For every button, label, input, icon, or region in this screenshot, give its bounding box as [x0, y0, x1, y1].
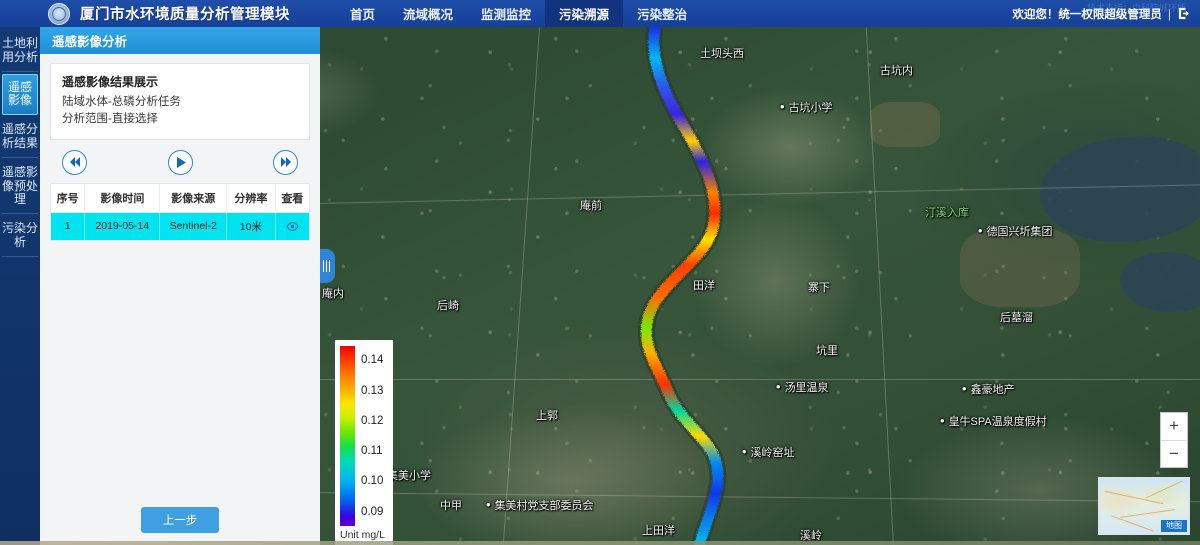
nav-item-3[interactable]: 污染溯源 [545, 0, 624, 27]
playback-controls [62, 149, 298, 175]
map-label-7: 田洋 [693, 280, 715, 292]
map-label-16: 溪岭窑址 [742, 444, 795, 460]
table-header-row: 序号 影像时间 影像来源 分辨率 查看 [51, 183, 309, 213]
result-info-card: 遥感影像结果展示 陆域水体-总磷分析任务 分析范围-直接选择 [50, 63, 310, 140]
map-label-10: 后崎 [437, 300, 459, 312]
table-column-header-2: 影像来源 [159, 183, 228, 213]
map-label-3: 古坑小学 [780, 99, 833, 115]
map-label-19: 集美村党支部委员会 [486, 497, 594, 513]
legend-tick-4: 0.10 [361, 475, 384, 488]
minimap-badge[interactable]: 地图 [1161, 520, 1187, 532]
map-label-20: 上田洋 [642, 525, 675, 537]
analysis-panel: 遥感影像分析 遥感影像结果展示 陆域水体-总磷分析任务 分析范围-直接选择 序号… [40, 27, 320, 545]
first-frame-button[interactable] [62, 149, 87, 175]
map-label-9: 坑里 [816, 345, 838, 357]
table-column-header-4: 查看 [275, 183, 309, 213]
eye-icon[interactable] [286, 221, 299, 231]
table-column-header-1: 影像时间 [84, 183, 161, 213]
map-label-25: 庵内 [322, 288, 344, 300]
map-label-5: 德国兴圻集团 [978, 223, 1053, 239]
left-sidebar: 土地利用分析 遥感影像 遥感分析结果 遥感影像预处理 污染分析 [0, 27, 40, 545]
table-cell-view[interactable] [275, 212, 309, 240]
map-label-6: 庵前 [580, 200, 602, 212]
map-label-1: 土坝头西 [700, 48, 744, 60]
legend-tick-5: 0.09 [361, 505, 384, 518]
minimap[interactable]: 地图 [1098, 477, 1190, 535]
sidebar-item-0[interactable]: 土地利用分析 [2, 31, 38, 72]
previous-step-button[interactable]: 上一步 [140, 507, 220, 533]
sidebar-item-1[interactable]: 遥感影像 [2, 73, 38, 116]
table-column-header-3: 分辨率 [226, 183, 276, 213]
panel-collapse-handle[interactable] [318, 249, 335, 283]
map-label-18: 中甲 [440, 500, 462, 512]
map-label-13: 鑫豪地产 [962, 381, 1015, 397]
table-cell-0: 1 [51, 212, 86, 240]
table-cell-2: Sentinel-2 [159, 212, 228, 240]
image-list-table: 序号 影像时间 影像来源 分辨率 查看 1 2019-05-14 Sentinel-2 10米 [50, 182, 310, 241]
legend-unit-label: Unit mg/L [340, 529, 385, 541]
main-navigation: 首页 流域概况 监测监控 污染溯源 污染整治 [336, 0, 701, 27]
bottom-edge-strip [0, 541, 1200, 545]
nav-item-2[interactable]: 监测监控 [467, 0, 545, 27]
map-label-2: 古坑内 [880, 65, 913, 77]
legend-tick-3: 0.11 [361, 445, 383, 458]
welcome-message: 欢迎您！统一权限超级管理员 [1012, 8, 1162, 21]
legend-tick-0: 0.14 [361, 354, 384, 367]
handle-bars-icon [322, 260, 331, 272]
info-card-title: 遥感影像结果展示 [62, 75, 159, 89]
table-cell-3: 10米 [226, 212, 276, 240]
info-card-task: 陆域水体-总磷分析任务 [62, 96, 181, 108]
table-body: 1 2019-05-14 Sentinel-2 10米 [51, 212, 309, 240]
map-label-11: 后墓溜 [1000, 312, 1033, 324]
map-label-14: 皇牛SPA温泉度假村 [940, 413, 1047, 429]
nav-item-0[interactable]: 首页 [336, 0, 389, 27]
zoom-in-button[interactable]: + [1161, 413, 1187, 440]
header-separator: | [1167, 6, 1171, 21]
panel-title: 遥感影像分析 [40, 27, 320, 54]
sidebar-item-4[interactable]: 污染分析 [2, 216, 38, 257]
map-label-12: 汤里温泉 [776, 379, 829, 395]
table-column-header-0: 序号 [51, 183, 86, 213]
play-icon [176, 156, 186, 168]
sidebar-item-2[interactable]: 遥感分析结果 [2, 117, 38, 158]
page-title: 厦门市水环境质量分析管理模块 [80, 7, 290, 23]
nav-item-1[interactable]: 流域概况 [389, 0, 467, 27]
panel-footer: 上一步 [40, 507, 320, 545]
table-cell-1: 2019-05-14 [84, 212, 161, 240]
last-frame-button[interactable] [273, 149, 298, 175]
zoom-out-button[interactable]: − [1161, 439, 1187, 468]
map-zoom-controls[interactable]: + − [1160, 412, 1188, 468]
map-label-4: 汀溪入库 [925, 207, 969, 219]
nav-item-4[interactable]: 污染整治 [623, 0, 701, 27]
legend-tick-1: 0.13 [361, 384, 384, 397]
legend-tick-2: 0.12 [361, 414, 384, 427]
header-user-area: 欢迎您！统一权限超级管理员 | [1012, 0, 1192, 27]
logout-icon[interactable] [1177, 6, 1192, 21]
first-icon [69, 157, 80, 167]
app-header: 厦门市水环境质量分析管理模块 首页 流域概况 监测监控 污染溯源 污染整治 技术支持：中… [0, 0, 1200, 27]
legend-colorbar [340, 346, 355, 526]
info-card-scope: 分析范围-直接选择 [62, 113, 158, 126]
play-button[interactable] [167, 149, 193, 175]
legend-body: 0.14 0.13 0.12 0.11 0.10 0.09 [340, 346, 388, 526]
emblem-icon [48, 2, 70, 25]
sidebar-item-3[interactable]: 遥感影像预处理 [2, 160, 38, 215]
legend-tick-labels: 0.14 0.13 0.12 0.11 0.10 0.09 [359, 346, 388, 526]
map-label-8: 寨下 [808, 282, 830, 294]
last-icon [280, 157, 291, 167]
map-label-17: 集美小学 [387, 470, 431, 482]
table-row[interactable]: 1 2019-05-14 Sentinel-2 10米 [51, 212, 309, 240]
map-label-15: 上郭 [536, 410, 558, 422]
concentration-legend: 0.14 0.13 0.12 0.11 0.10 0.09 Unit mg/L [335, 340, 393, 545]
